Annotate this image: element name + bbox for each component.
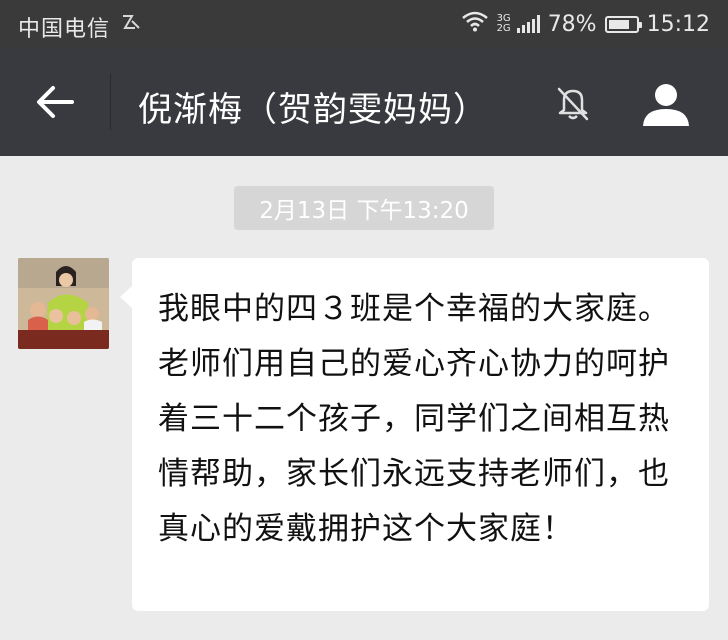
wifi-icon xyxy=(461,10,489,38)
status-bar: 中国电信 3G 2G 78% 15:12 xyxy=(0,0,728,48)
status-indicators: 3G 2G 78% 15:12 xyxy=(461,10,710,38)
battery-icon xyxy=(604,15,642,33)
message-bubble[interactable]: 我眼中的四３班是个幸福的大家庭。老师们用自己的爱心齐心协力的呵护着三十二个孩子，… xyxy=(120,258,709,611)
header-divider xyxy=(110,74,111,130)
chat-header: 倪渐梅（贺韵雯妈妈） xyxy=(0,48,728,156)
back-button[interactable] xyxy=(20,74,90,130)
chat-title: 倪渐梅（贺韵雯妈妈） xyxy=(138,90,488,130)
network-type: 3G 2G xyxy=(496,13,511,34)
message-text: 我眼中的四３班是个幸福的大家庭。老师们用自己的爱心齐心协力的呵护着三十二个孩子，… xyxy=(158,291,670,547)
bell-muted-icon xyxy=(552,82,594,124)
profile-button[interactable] xyxy=(636,76,696,132)
clock-time: 15:12 xyxy=(646,11,710,37)
battery-percent: 78% xyxy=(547,11,597,37)
person-icon xyxy=(643,84,689,126)
carrier-name: 中国电信 xyxy=(18,17,111,42)
carrier-icon xyxy=(120,12,142,37)
signal-strength-icon xyxy=(516,15,540,33)
back-arrow-icon xyxy=(37,86,74,118)
avatar[interactable] xyxy=(18,258,109,349)
message-timestamp: 2月13日 下午13:20 xyxy=(234,186,494,230)
